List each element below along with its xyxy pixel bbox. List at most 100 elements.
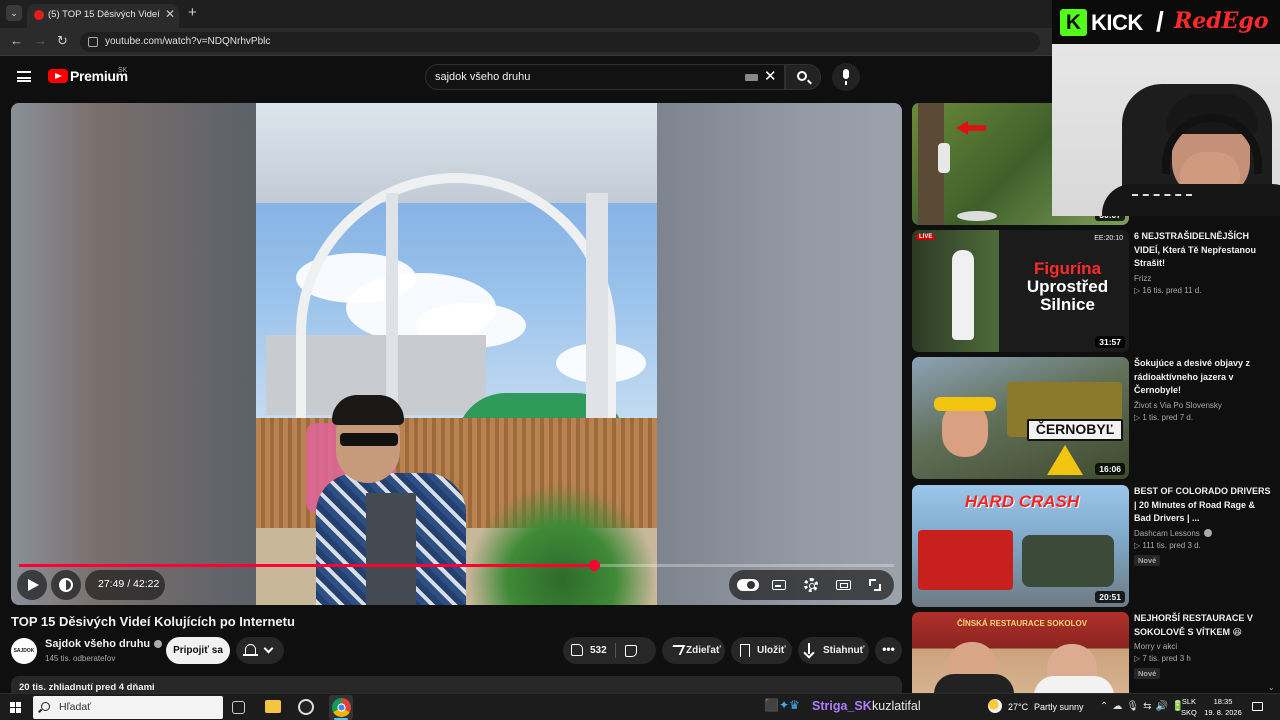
- webcam-feed: [1052, 44, 1280, 216]
- red-arrow-icon: [956, 121, 986, 135]
- youtube-header: Premium SK sajdok všeho druhu ✕: [0, 57, 1050, 97]
- new-tab-button[interactable]: +: [188, 4, 197, 21]
- sidebar-scroll-down-icon[interactable]: ⌄: [1268, 683, 1275, 692]
- dislike-icon[interactable]: [625, 645, 637, 657]
- recommendation-channel[interactable]: Frizz: [1134, 274, 1274, 283]
- recommendation-title[interactable]: NEJHORŠÍ RESTAURACE V SOKOLOVĚ S VÍTKEM …: [1134, 612, 1274, 639]
- overlay-slash: /: [1156, 6, 1164, 37]
- channel-name-text: Sajdok všeho druhu: [45, 638, 151, 650]
- obs-app-icon[interactable]: [298, 699, 314, 715]
- forward-arrow-icon[interactable]: →: [34, 33, 47, 48]
- weather-temperature[interactable]: 27°C: [1008, 702, 1028, 712]
- recommendation-meta: ▷ 16 tis. pred 11 d.: [1134, 285, 1202, 295]
- subtitles-icon[interactable]: [772, 580, 786, 590]
- system-tray-icons[interactable]: ⌃☁🎙⇆🔊🔋: [1100, 701, 1188, 712]
- right-controls: [729, 570, 894, 600]
- notifications-button[interactable]: [236, 637, 284, 664]
- like-count[interactable]: 532: [590, 645, 607, 656]
- bookmark-icon: [740, 644, 750, 657]
- url-text: youtube.com/watch?v=NDQNrhvPblc: [105, 36, 271, 47]
- download-icon: [808, 643, 810, 654]
- chrome-app-icon[interactable]: [332, 698, 351, 717]
- video-title: TOP 15 Děsivých Videí Kolujících po Inte…: [11, 614, 295, 629]
- settings-gear-icon[interactable]: [804, 578, 818, 592]
- recommendation-channel[interactable]: Život s Via Po Slovensky: [1134, 401, 1274, 410]
- radiation-sign-icon: [1047, 445, 1083, 475]
- keyboard-icon[interactable]: [745, 74, 758, 81]
- weather-description[interactable]: Partly sunny: [1034, 702, 1084, 712]
- reload-icon[interactable]: ↻: [57, 33, 68, 49]
- kick-logo-icon: K: [1060, 9, 1087, 36]
- duration: 31:57: [1095, 336, 1125, 348]
- file-explorer-icon[interactable]: [265, 700, 281, 713]
- recommendation-title[interactable]: BEST OF COLORADO DRIVERS | 20 Minutes of…: [1134, 485, 1274, 526]
- time-text: 27:49 / 42:22: [98, 578, 160, 590]
- recommendation-thumbnail[interactable]: LIVE EE:20:10 Figurína Uprostřed Silnice…: [912, 230, 1129, 352]
- thumbnail-corner-text: EE:20:10: [1094, 235, 1123, 242]
- more-actions-button[interactable]: •••: [875, 637, 902, 664]
- thumbnail-text-line-1: Figurína: [1033, 259, 1102, 278]
- mute-button[interactable]: [51, 570, 81, 600]
- like-dislike-group: 532: [563, 637, 656, 664]
- recommendation-info: BEST OF COLORADO DRIVERS | 20 Minutes of…: [1134, 485, 1274, 568]
- share-label: Zdieľať: [686, 645, 721, 656]
- youtube-logo-icon[interactable]: [48, 69, 68, 83]
- autoplay-toggle-icon[interactable]: [737, 579, 759, 591]
- address-bar[interactable]: youtube.com/watch?v=NDQNrhvPblc: [80, 32, 1040, 52]
- recommendation-item[interactable]: ČÍNSKÁ RESTAURACE SOKOLOV NEJHORŠÍ RESTA…: [912, 612, 1280, 693]
- recommendation-title[interactable]: Šokujúce a desivé objavy z rádioaktívneh…: [1134, 357, 1274, 398]
- video-frame: [256, 103, 657, 605]
- duration: 16:06: [1095, 463, 1125, 475]
- save-label: Uložiť: [757, 645, 786, 656]
- kick-overlay-banner: K KICK / RedEgo: [1052, 0, 1280, 44]
- system-clock[interactable]: 18:35 19. 8. 2026: [1203, 696, 1243, 718]
- back-arrow-icon[interactable]: ←: [10, 33, 23, 48]
- thumbnail-text-line-2: Uprostřed: [1026, 276, 1109, 296]
- live-badge: LIVE: [916, 234, 936, 240]
- voice-search-button[interactable]: [832, 63, 860, 91]
- save-button[interactable]: Uložiť: [731, 637, 792, 664]
- share-button[interactable]: Zdieľať: [662, 637, 725, 664]
- tab-title: (5) TOP 15 Děsivých Videí Koluj: [48, 9, 160, 20]
- recommendation-thumbnail[interactable]: ČERNOBYĽ 16:06: [912, 357, 1129, 479]
- browser-tab[interactable]: (5) TOP 15 Děsivých Videí Koluj ✕: [27, 4, 179, 28]
- time-display: 27:49 / 42:22: [85, 570, 165, 600]
- theater-mode-icon[interactable]: [836, 580, 851, 590]
- blurred-background-right: [657, 103, 902, 605]
- search-button[interactable]: [785, 64, 821, 90]
- recommendation-channel[interactable]: Morry v akci: [1134, 642, 1274, 651]
- share-icon: [668, 645, 686, 655]
- progress-bar[interactable]: [19, 560, 894, 571]
- channel-name[interactable]: Sajdok všeho druhu: [45, 638, 163, 650]
- tab-search-chevron-icon[interactable]: ⌄: [6, 5, 22, 21]
- play-button[interactable]: [17, 570, 47, 600]
- channel-avatar[interactable]: SAJDOK: [11, 638, 37, 664]
- recommendation-item[interactable]: LIVE EE:20:10 Figurína Uprostřed Silnice…: [912, 230, 1280, 352]
- notification-icon[interactable]: [1252, 702, 1263, 711]
- taskbar-search-input[interactable]: Hľadať: [33, 696, 223, 719]
- video-player[interactable]: 27:49 / 42:22: [11, 103, 902, 605]
- clear-search-icon[interactable]: ✕: [764, 67, 777, 85]
- input-language[interactable]: SLK SKQ: [1181, 696, 1197, 718]
- recommendation-channel[interactable]: Dashcam Lessons: [1134, 529, 1274, 538]
- weather-partly-sunny-icon[interactable]: [988, 699, 1002, 713]
- scrubber-handle[interactable]: [588, 560, 600, 571]
- search-query: sajdok všeho druhu: [435, 71, 531, 83]
- recommendation-item[interactable]: HARD CRASH 20:51 BEST OF COLORADO DRIVER…: [912, 485, 1280, 607]
- recommendation-item[interactable]: ČERNOBYĽ 16:06 Šokujúce a desivé objavy …: [912, 357, 1280, 479]
- download-button[interactable]: Stiahnuť: [798, 637, 869, 664]
- recommendation-title[interactable]: 6 NEJSTRAŠIDELNĚJŠÍCH VIDEÍ, Která Tě Ne…: [1134, 230, 1274, 271]
- chat-message: kuzlatifal: [872, 699, 921, 713]
- fullscreen-icon[interactable]: [869, 579, 881, 591]
- like-icon[interactable]: [571, 644, 583, 656]
- join-button[interactable]: Pripojiť sa: [166, 637, 230, 664]
- recommendation-meta: ▷ 1 tis. pred 7 d.: [1134, 412, 1194, 422]
- recommendation-thumbnail[interactable]: ČÍNSKÁ RESTAURACE SOKOLOV: [912, 612, 1129, 693]
- site-info-icon[interactable]: [88, 37, 98, 47]
- close-tab-icon[interactable]: ✕: [165, 7, 175, 21]
- recommendation-thumbnail[interactable]: HARD CRASH 20:51: [912, 485, 1129, 607]
- search-input[interactable]: sajdok všeho druhu ✕: [425, 64, 785, 90]
- windows-start-icon[interactable]: [10, 702, 21, 713]
- task-view-icon[interactable]: [232, 701, 245, 714]
- menu-hamburger-icon[interactable]: [17, 71, 31, 82]
